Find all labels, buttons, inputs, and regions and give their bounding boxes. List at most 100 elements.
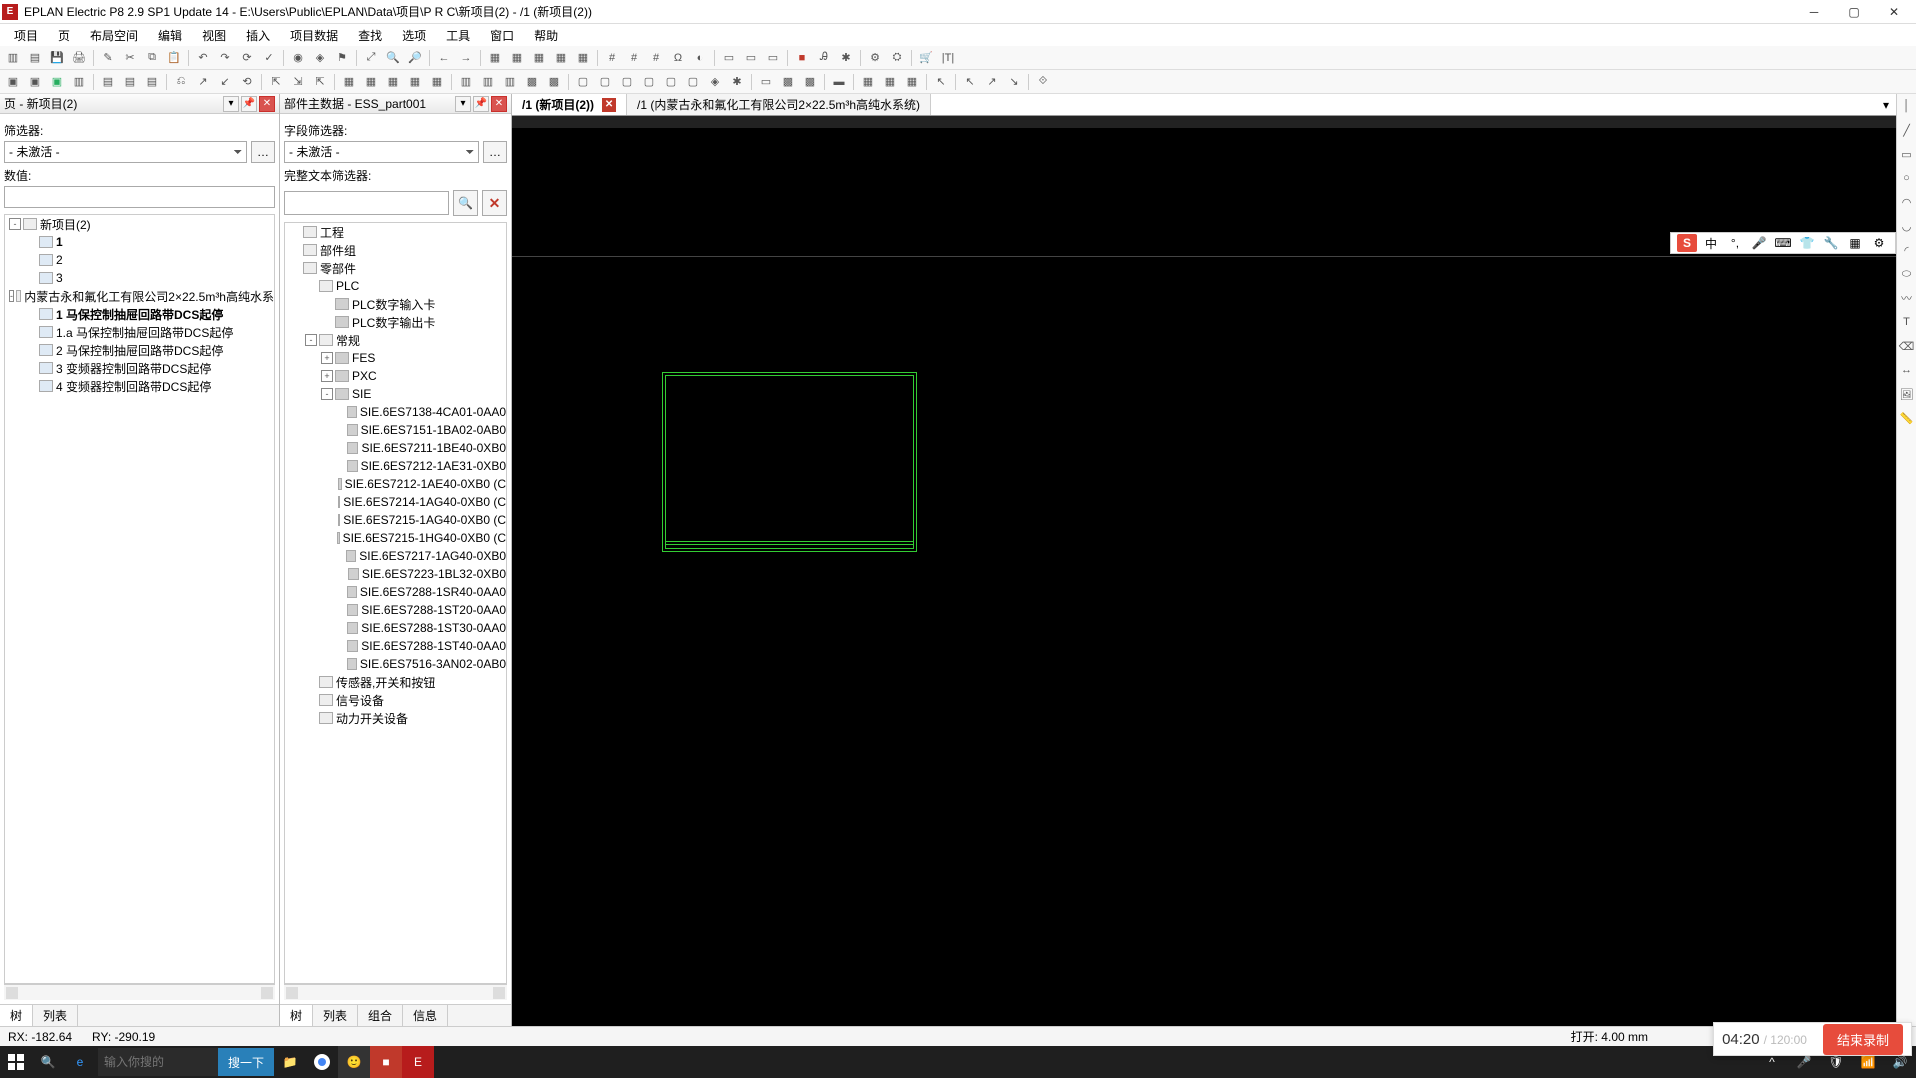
maximize-button[interactable]: ▢	[1834, 0, 1874, 24]
app2-icon[interactable]: ■	[370, 1046, 402, 1078]
tb-snap3-icon[interactable]: #	[646, 48, 666, 68]
tb2-icon[interactable]: ◈	[705, 72, 725, 92]
drawing-canvas[interactable]: S 中 °, 🎤 ⌨ 👕 🔧 ▦ ⚙	[512, 116, 1896, 1026]
tree-item[interactable]: SIE.6ES7215-1AG40-0XB0 (C	[285, 511, 506, 529]
tree-item[interactable]: SIE.6ES7215-1HG40-0XB0 (C	[285, 529, 506, 547]
tb-color2-icon[interactable]: Ꭿ	[814, 48, 834, 68]
tree-item[interactable]: 1.a 马保控制抽屉回路带DCS起停	[5, 323, 274, 341]
tb-edit-icon[interactable]: ✎	[98, 48, 118, 68]
tb2-icon[interactable]: ▤	[120, 72, 140, 92]
tb-save-icon[interactable]: 💾	[47, 48, 67, 68]
vtb-rect-icon[interactable]: ▭	[1897, 144, 1916, 164]
tb-grid1-icon[interactable]: ▦	[485, 48, 505, 68]
tb2-icon[interactable]: ▦	[405, 72, 425, 92]
tb2-icon[interactable]: ↗	[193, 72, 213, 92]
tb2-icon[interactable]: ▤	[98, 72, 118, 92]
ime-mic-icon[interactable]: 🎤	[1749, 234, 1769, 252]
tb-grid4-icon[interactable]: ▦	[551, 48, 571, 68]
tb-view2-icon[interactable]: ▭	[741, 48, 761, 68]
vtb-arc2-icon[interactable]: ◡	[1897, 216, 1916, 236]
panel-pin-icon[interactable]: 📌	[473, 96, 489, 112]
tree-toggle-icon[interactable]: -	[9, 218, 21, 230]
tree-item[interactable]: SIE.6ES7223-1BL32-0XB0	[285, 565, 506, 583]
menu-projectdata[interactable]: 项目数据	[280, 25, 348, 46]
tb2-icon[interactable]: ⇲	[288, 72, 308, 92]
tree-item[interactable]: SIE.6ES7288-1ST20-0AA0	[285, 601, 506, 619]
menu-window[interactable]: 窗口	[480, 25, 524, 46]
panel-dropdown-icon[interactable]: ▾	[223, 96, 239, 112]
tb2-icon[interactable]: ⟲	[237, 72, 257, 92]
tree-item[interactable]: 2	[5, 251, 274, 269]
tb-nav-icon[interactable]: ◉	[288, 48, 308, 68]
stop-recording-button[interactable]: 结束录制	[1823, 1024, 1903, 1055]
filter-more-button[interactable]: …	[251, 141, 275, 163]
pages-tree[interactable]: -新项目(2)123-内蒙古永和氟化工有限公司2×22.5m³h高纯水系1 马保…	[4, 214, 275, 984]
tree-item[interactable]: -新项目(2)	[5, 215, 274, 233]
chrome-icon[interactable]	[306, 1046, 338, 1078]
tb-zoom-out-icon[interactable]: 🔎	[405, 48, 425, 68]
ime-skin-icon[interactable]: 👕	[1797, 234, 1817, 252]
tb-snap1-icon[interactable]: #	[602, 48, 622, 68]
tb-flag-icon[interactable]: ⚑	[332, 48, 352, 68]
doc-tab-close-icon[interactable]: ✕	[602, 98, 616, 112]
tree-toggle-icon[interactable]: -	[305, 334, 317, 346]
clear-search-button[interactable]: ✕	[482, 190, 507, 216]
tb2-icon[interactable]: ▢	[617, 72, 637, 92]
tb2-icon[interactable]: ▩	[544, 72, 564, 92]
tree-item[interactable]: 信号设备	[285, 691, 506, 709]
tree-item[interactable]: 2 马保控制抽屉回路带DCS起停	[5, 341, 274, 359]
tb-snap2-icon[interactable]: #	[624, 48, 644, 68]
tree-toggle-icon[interactable]: -	[321, 388, 333, 400]
start-button[interactable]	[0, 1046, 32, 1078]
tb-format-icon[interactable]: ✓	[259, 48, 279, 68]
tree-item[interactable]: 4 变频器控制回路带DCS起停	[5, 377, 274, 395]
tree-item[interactable]: SIE.6ES7138-4CA01-0AA0	[285, 403, 506, 421]
tb-cart-icon[interactable]: 🛒	[916, 48, 936, 68]
tb2-icon[interactable]: ▥	[456, 72, 476, 92]
menu-edit[interactable]: 编辑	[148, 25, 192, 46]
tb-color1-icon[interactable]: ■	[792, 48, 812, 68]
tb2-icon[interactable]: ✱	[727, 72, 747, 92]
tb2-icon[interactable]: ▣	[3, 72, 23, 92]
tb2-icon[interactable]: ▢	[639, 72, 659, 92]
tree-item[interactable]: 部件组	[285, 241, 506, 259]
vtb-ellipse-icon[interactable]: ⬭	[1897, 264, 1916, 284]
tab-list[interactable]: 列表	[33, 1005, 78, 1026]
vtb-spline-icon[interactable]: 〰	[1897, 288, 1916, 308]
vtb-dim-icon[interactable]: ↔	[1897, 360, 1916, 380]
tab-tree[interactable]: 树	[0, 1005, 33, 1026]
menu-page[interactable]: 页	[48, 25, 80, 46]
tree-item[interactable]: SIE.6ES7217-1AG40-0XB0	[285, 547, 506, 565]
tree-toggle-icon[interactable]: -	[9, 290, 14, 302]
tree-item[interactable]: PLC数字输出卡	[285, 313, 506, 331]
tb2-icon[interactable]: ▦	[902, 72, 922, 92]
doc-tab-active[interactable]: /1 (新项目(2)) ✕	[512, 94, 627, 115]
tab-tree[interactable]: 树	[280, 1005, 313, 1026]
tb2-icon[interactable]: ▩	[522, 72, 542, 92]
menu-layout[interactable]: 布局空间	[80, 25, 148, 46]
tree-item[interactable]: PLC数字输入卡	[285, 295, 506, 313]
tree-item[interactable]: 1	[5, 233, 274, 251]
menu-insert[interactable]: 插入	[236, 25, 280, 46]
tb-gear-icon[interactable]: ⚙	[865, 48, 885, 68]
vtb-polyline-icon[interactable]: ╱	[1897, 120, 1916, 140]
tb2-pointer-icon[interactable]: ↖	[931, 72, 951, 92]
tree-item[interactable]: SIE.6ES7214-1AG40-0XB0 (C	[285, 493, 506, 511]
ime-settings-icon[interactable]: ⚙	[1869, 234, 1889, 252]
tb-text-icon[interactable]: |T|	[938, 48, 958, 68]
tree-item[interactable]: +PXC	[285, 367, 506, 385]
doc-tabs-dropdown-icon[interactable]: ▾	[1876, 94, 1896, 115]
taskbar-search-button[interactable]: 搜一下	[218, 1048, 274, 1076]
panel-close-icon[interactable]: ✕	[259, 96, 275, 112]
tb-zoom-fit-icon[interactable]: ⤢	[361, 48, 381, 68]
tb-new-icon[interactable]: ▥	[3, 48, 23, 68]
tb2-icon[interactable]: ▩	[778, 72, 798, 92]
menu-help[interactable]: 帮助	[524, 25, 568, 46]
tb2-icon[interactable]: ▦	[383, 72, 403, 92]
tb2-icon[interactable]: ↙	[215, 72, 235, 92]
vtb-arc3-icon[interactable]: ◜	[1897, 240, 1916, 260]
tree-item[interactable]: 传感器,开关和按钮	[285, 673, 506, 691]
tb-undo-icon[interactable]: ↶	[193, 48, 213, 68]
tb-view1-icon[interactable]: ▭	[719, 48, 739, 68]
tb-anchor-icon[interactable]: ◈	[310, 48, 330, 68]
